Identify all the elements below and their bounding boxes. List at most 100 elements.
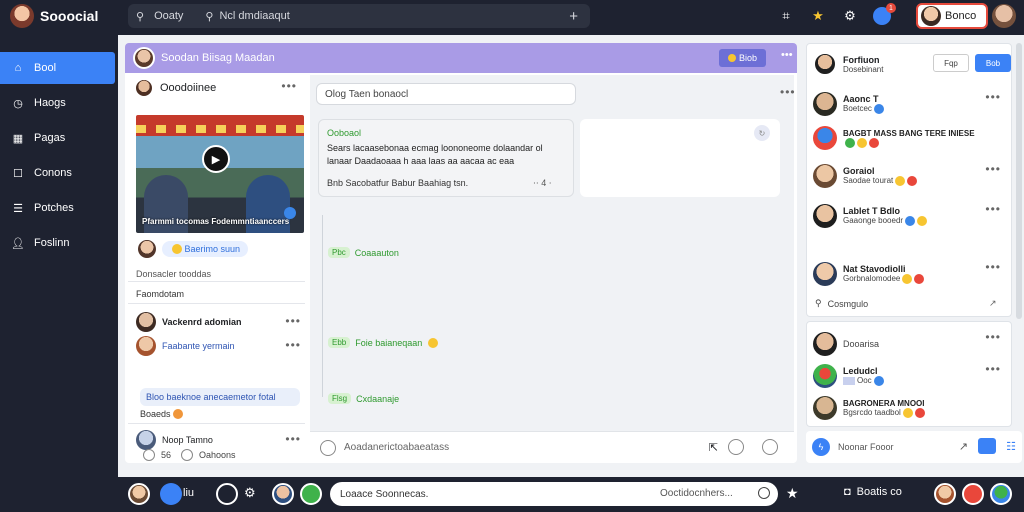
more-icon[interactable]: ••• xyxy=(985,90,1001,104)
search-icon[interactable] xyxy=(758,487,770,499)
more-icon[interactable]: ••• xyxy=(285,432,301,446)
comment-row[interactable]: Noop Tamno ••• xyxy=(136,429,301,451)
friend-avatar[interactable] xyxy=(813,52,837,76)
filter-button[interactable]: Fqp xyxy=(933,54,969,72)
post-author-avatar[interactable] xyxy=(134,78,154,98)
feed-header-button[interactable]: Biob xyxy=(719,49,766,67)
friend-row[interactable]: Nat Stavodiolli Gorbnalomodee ••• xyxy=(813,258,1007,290)
gear-icon[interactable]: ⚙ xyxy=(244,485,256,501)
contact-avatar[interactable] xyxy=(934,483,956,505)
commenter-name[interactable]: Noop Tamno xyxy=(162,435,213,445)
sidebar-item-events[interactable]: ☐ Conons xyxy=(0,157,115,189)
more-icon[interactable]: ••• xyxy=(985,202,1001,216)
search-secondary[interactable]: Ncl dmdiaaqut xyxy=(219,10,289,22)
play-icon[interactable]: ▶ xyxy=(202,145,230,173)
bottom-search[interactable]: Loaace Soonnecas. Ooctidocnhers... xyxy=(330,482,778,506)
quoted-post[interactable]: Ooboaol Sears lacaasebonaa ecmag loonone… xyxy=(318,119,574,197)
add-friend-button[interactable]: Bob xyxy=(975,54,1011,72)
friend-row[interactable]: Goraiol Saodae tourat ••• xyxy=(813,160,1007,192)
app-logo[interactable]: Sooocial xyxy=(10,4,98,28)
notifications-icon[interactable]: 1 xyxy=(872,3,896,26)
search-input[interactable]: Ooaty xyxy=(154,10,183,22)
friend-avatar[interactable] xyxy=(813,92,837,116)
camera-icon[interactable]: ◘ xyxy=(844,486,851,498)
more-icon[interactable]: ••• xyxy=(985,162,1001,176)
sidebar-item-home[interactable]: ⌂ Bool xyxy=(0,52,115,84)
thread-item[interactable]: Flsg Cxdaanaje xyxy=(328,393,399,404)
star-icon[interactable]: ★ xyxy=(786,485,799,502)
bottom-label[interactable]: liu xyxy=(183,487,194,499)
sidebar-item-lists[interactable]: ☰ Potches xyxy=(0,192,115,224)
feed-header-avatar[interactable] xyxy=(133,47,155,69)
friend-avatar[interactable] xyxy=(813,164,837,188)
request-avatar[interactable] xyxy=(813,396,837,420)
sidebar-item-history[interactable]: ◷ Haogs xyxy=(0,87,115,119)
clock-icon[interactable] xyxy=(143,449,155,461)
commenter-name[interactable]: Faabante yermain xyxy=(162,341,235,351)
filter-icon[interactable]: ☷ xyxy=(1006,440,1016,453)
share-icon[interactable]: ↗ xyxy=(959,440,968,453)
comment-row[interactable]: Faabante yermain ••• xyxy=(136,335,301,357)
emoji-icon[interactable] xyxy=(320,439,336,456)
request-avatar[interactable] xyxy=(813,364,837,388)
user-avatar[interactable] xyxy=(128,483,150,505)
post-author[interactable]: Ooodoiinee xyxy=(160,82,216,94)
info-icon[interactable] xyxy=(762,439,778,455)
message-input[interactable]: Aoadanerictoabaeatass xyxy=(344,442,449,453)
request-avatar[interactable] xyxy=(813,332,837,356)
contact-avatar[interactable] xyxy=(990,483,1012,505)
image-icon[interactable] xyxy=(978,438,997,454)
reactor-avatar[interactable] xyxy=(136,238,158,260)
request-row[interactable]: Dooarisa ••• xyxy=(813,328,1007,360)
more-icon[interactable]: ••• xyxy=(281,79,297,93)
clock-icon[interactable] xyxy=(181,449,194,461)
share-icon[interactable]: ↗ xyxy=(989,298,997,309)
hashtag-icon[interactable]: ⌗ xyxy=(776,6,796,26)
profile-chip[interactable]: Bonco xyxy=(916,3,988,29)
scrollbar[interactable] xyxy=(1016,43,1022,319)
search-bar[interactable]: ⚲ Ooaty ⚲ Ncl dmdiaaqut + xyxy=(128,4,590,28)
contact-avatar[interactable] xyxy=(962,483,984,505)
account-avatar[interactable] xyxy=(992,4,1016,28)
more-icon[interactable]: ••• xyxy=(285,338,301,352)
contact-avatar[interactable] xyxy=(272,483,294,505)
friend-avatar[interactable] xyxy=(813,204,837,228)
footer-right-label[interactable]: Oahoons xyxy=(199,450,236,460)
bottom-search-input[interactable]: Loaace Soonnecas. xyxy=(340,489,428,500)
friend-avatar[interactable] xyxy=(813,262,837,286)
bottom-right-label[interactable]: Boatis co xyxy=(857,486,902,498)
more-icon[interactable]: ••• xyxy=(285,314,301,328)
smile-icon[interactable] xyxy=(728,439,744,455)
reply-box[interactable]: Bloo baeknoe anecaemetor fotal xyxy=(140,388,300,406)
more-icon[interactable]: ••• xyxy=(985,260,1001,274)
request-row[interactable]: Ledudcl Ooc ••• xyxy=(813,360,1007,392)
friend-name[interactable]: Forfiuon xyxy=(843,55,883,65)
video-thumbnail[interactable]: ▶ Pfarmmi tocomas Fodemmntiaanccers xyxy=(136,115,304,233)
commenter-avatar[interactable] xyxy=(136,430,156,450)
more-icon[interactable]: ••• xyxy=(780,85,796,99)
footer-left-label[interactable]: 56 xyxy=(161,450,171,460)
friend-avatar[interactable] xyxy=(813,126,837,150)
commenter-avatar[interactable] xyxy=(136,336,156,356)
share-icon[interactable]: ⇱ xyxy=(709,441,718,454)
commenter-avatar[interactable] xyxy=(136,312,156,332)
more-icon[interactable]: ••• xyxy=(781,49,793,61)
lightning-icon[interactable]: ϟ xyxy=(812,438,830,456)
settings-icon[interactable]: ⚙ xyxy=(840,6,860,26)
star-icon[interactable]: ★ xyxy=(808,6,828,26)
composer-input[interactable]: Olog Taen bonaocl xyxy=(316,83,576,105)
clock-icon[interactable] xyxy=(160,483,182,505)
power-icon[interactable] xyxy=(216,483,238,505)
more-icon[interactable]: ••• xyxy=(985,362,1001,376)
friend-row[interactable]: Lablet T Bdlo Gaaonge booedr ••• xyxy=(813,200,1007,232)
request-row[interactable]: BAGRONERA MNOOI Bgsrcdo taadbol xyxy=(813,392,1007,424)
thread-item[interactable]: Pbc Coaaauton xyxy=(328,247,399,258)
sidebar-item-profile[interactable]: 👤︎ Foslinn xyxy=(0,227,115,259)
thread-item[interactable]: Ebb Foie baianeqaan xyxy=(328,337,439,348)
requests-bar-label[interactable]: Noonar Fooor xyxy=(838,442,894,452)
sidebar-item-pages[interactable]: ▦ Pagas xyxy=(0,122,115,154)
contact-avatar[interactable] xyxy=(300,483,322,505)
friends-footer-label[interactable]: Cosmgulo xyxy=(828,299,869,309)
refresh-icon[interactable]: ↻ xyxy=(754,125,770,141)
friend-row[interactable]: Aaonc T Boetcec ••• xyxy=(813,88,1007,120)
